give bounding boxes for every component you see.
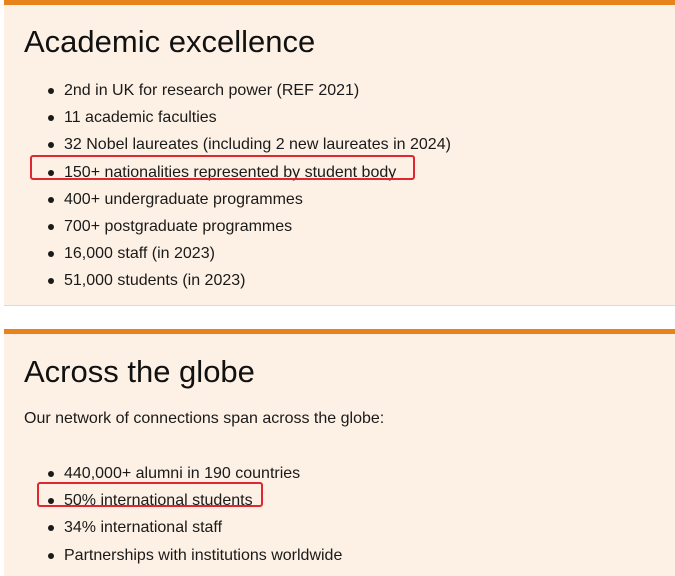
list-item-text: 11 academic faculties: [64, 109, 217, 127]
list-item: 11 academic faculties: [4, 104, 451, 131]
list-item-text: 2nd in UK for research power (REF 2021): [64, 82, 360, 99]
academic-excellence-section: Academic excellence 2nd in UK for resear…: [4, 0, 675, 306]
list-item-text: 440,000+ alumni in 190 countries: [64, 465, 301, 482]
section-intro-text: Our network of connections span across t…: [24, 410, 385, 427]
bullet-icon: [48, 525, 54, 532]
globe-facts-list: 440,000+ alumni in 190 countries 50% int…: [4, 460, 342, 569]
bullet-icon: [48, 223, 54, 230]
bullet-icon: [48, 196, 54, 203]
bullet-icon: [48, 278, 54, 285]
list-item: 32 Nobel laureates (including 2 new laur…: [4, 131, 451, 158]
bullet-icon: [48, 115, 54, 122]
list-item: 700+ postgraduate programmes: [4, 213, 451, 240]
list-item: 400+ undergraduate programmes: [4, 186, 451, 213]
bullet-icon: [48, 552, 54, 559]
bullet-icon: [48, 498, 54, 505]
bullet-icon: [48, 471, 54, 477]
list-item-text: 34% international staff: [64, 519, 223, 537]
list-item-text: 16,000 staff (in 2023): [64, 245, 215, 263]
list-item-text: 51,000 students (in 2023): [64, 272, 246, 290]
across-the-globe-section: Across the globe Our network of connecti…: [4, 329, 675, 576]
bullet-icon: [48, 169, 54, 176]
list-item: 34% international staff: [4, 514, 342, 541]
list-item-text: 32 Nobel laureates (including 2 new laur…: [64, 136, 451, 154]
list-item: 51,000 students (in 2023): [4, 267, 451, 294]
list-item-text: 700+ postgraduate programmes: [64, 217, 293, 235]
list-item: 2nd in UK for research power (REF 2021): [4, 77, 451, 104]
bullet-icon: [48, 251, 54, 258]
bullet-icon: [48, 88, 54, 94]
list-item-text: 150+ nationalities represented by studen…: [64, 163, 397, 181]
bullet-icon: [48, 142, 54, 149]
list-item-text: 400+ undergraduate programmes: [64, 190, 303, 208]
section-heading-academic: Academic excellence: [24, 24, 316, 59]
list-item: 16,000 staff (in 2023): [4, 240, 451, 267]
list-item: 50% international students: [4, 487, 342, 514]
list-item-text: Partnerships with institutions worldwide: [64, 546, 343, 564]
list-item-text: 50% international students: [64, 492, 253, 510]
list-item: 150+ nationalities represented by studen…: [4, 159, 451, 186]
academic-facts-list: 2nd in UK for research power (REF 2021) …: [4, 77, 451, 295]
section-heading-globe: Across the globe: [24, 354, 255, 389]
list-item: 440,000+ alumni in 190 countries: [4, 460, 342, 487]
list-item: Partnerships with institutions worldwide: [4, 542, 342, 569]
